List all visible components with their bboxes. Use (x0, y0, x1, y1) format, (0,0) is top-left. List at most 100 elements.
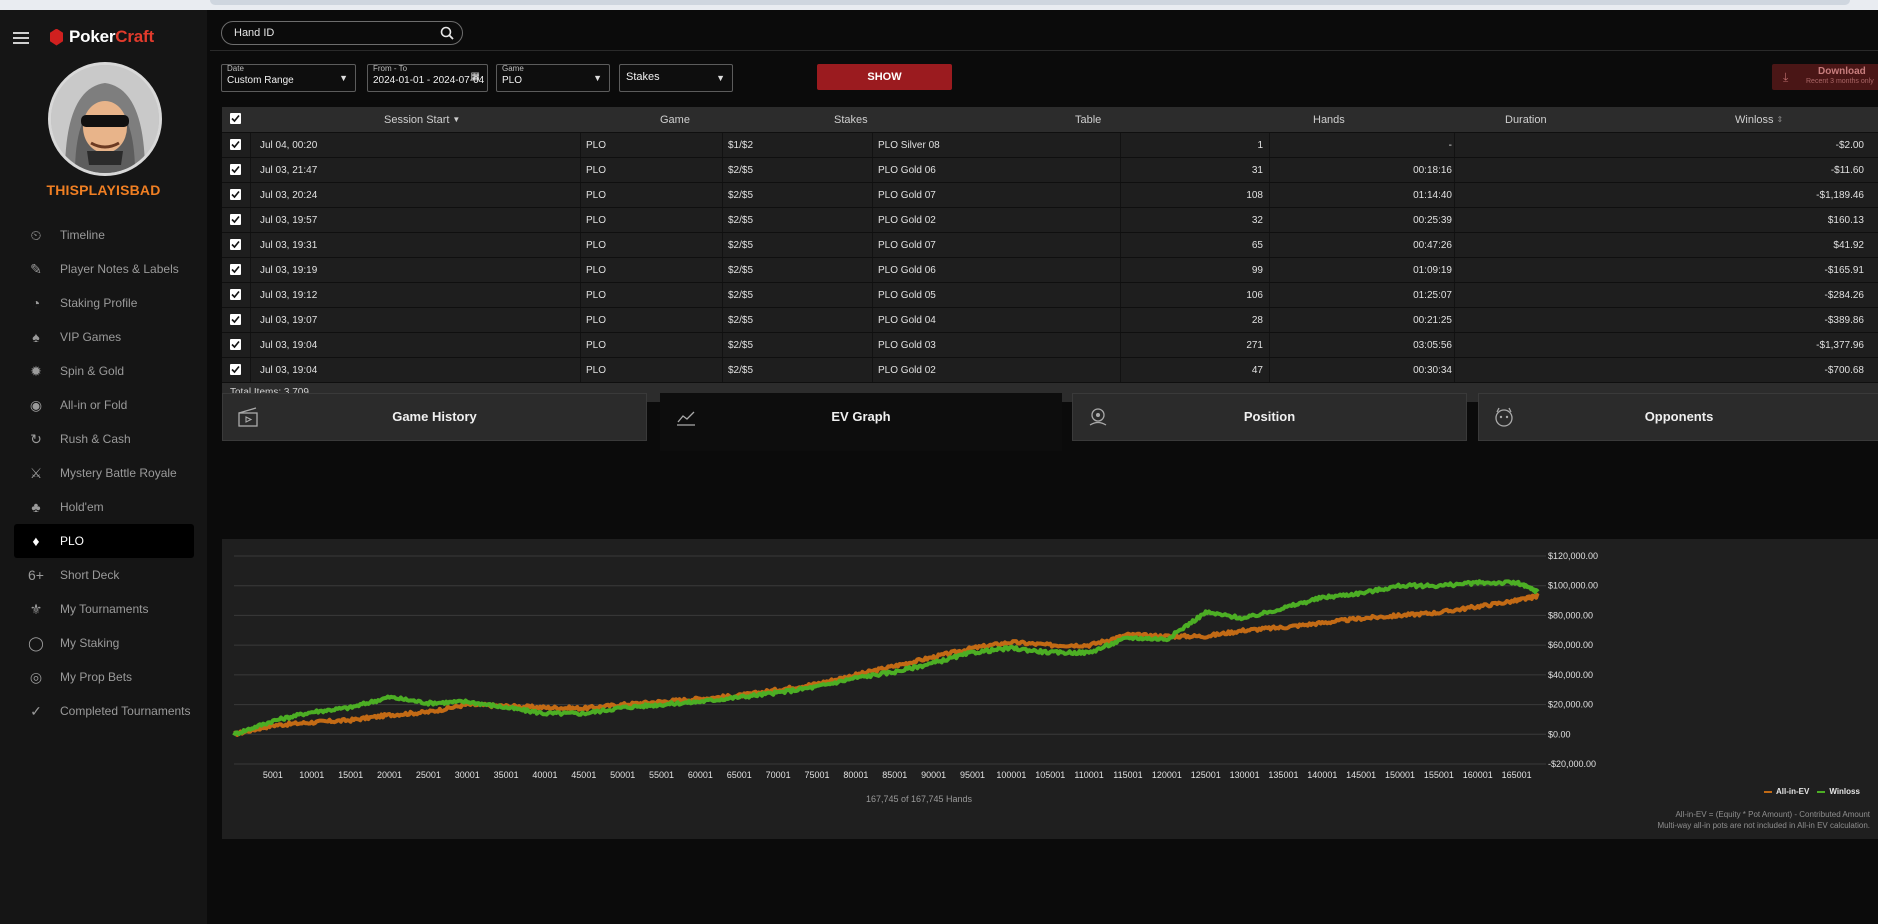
legend-allin-ev: All-in-EV (1776, 787, 1810, 796)
sidebar-item-completed-tournaments[interactable]: ✓ Completed Tournaments (14, 694, 194, 728)
cell-duration: 01:25:07 (1413, 289, 1452, 301)
sidebar-item-timeline[interactable]: ⏲ Timeline (14, 218, 194, 252)
sidebar-item-rush-cash[interactable]: ↻ Rush & Cash (14, 422, 194, 456)
column-divider (1454, 233, 1455, 257)
header-hands[interactable]: Hands (1313, 107, 1345, 132)
column-divider (872, 358, 873, 382)
cell-stakes: $2/$5 (728, 239, 754, 251)
x-tick-label: 145001 (1346, 770, 1376, 780)
rush-icon: ↻ (30, 430, 42, 447)
table-row[interactable]: Jul 03, 20:24 PLO $2/$5 PLO Gold 07 108 01:14… (222, 182, 1878, 207)
sidebar-item-short-deck[interactable]: 6+ Short Deck (14, 558, 194, 592)
date-select[interactable]: Date Custom Range ▼ (221, 64, 356, 92)
column-divider (250, 358, 251, 382)
sidebar-item-label: Mystery Battle Royale (60, 466, 177, 480)
header-label: Hands (1313, 113, 1345, 126)
cell-game: PLO (586, 189, 607, 201)
x-tick-label: 90001 (921, 770, 946, 780)
row-checkbox[interactable] (230, 189, 241, 200)
pokercraft-logo[interactable]: PokerCraft (50, 27, 154, 47)
x-tick-label: 50001 (610, 770, 635, 780)
hand-id-search[interactable] (221, 21, 463, 45)
cell-winloss: -$1,377.96 (1816, 339, 1864, 351)
table-row[interactable]: Jul 03, 19:12 PLO $2/$5 PLO Gold 05 106 01:25… (222, 282, 1878, 307)
show-button[interactable]: SHOW (817, 64, 952, 90)
table-row[interactable]: Jul 03, 19:57 PLO $2/$5 PLO Gold 02 32 00:25:… (222, 207, 1878, 232)
chevron-down-icon: ▼ (339, 73, 348, 83)
sidebar-item-my-tournaments[interactable]: ⚜ My Tournaments (14, 592, 194, 626)
cell-hands: 28 (1251, 314, 1263, 326)
row-checkbox[interactable] (230, 339, 241, 350)
sidebar-item-label: Staking Profile (60, 296, 138, 310)
cell-stakes: $2/$5 (728, 314, 754, 326)
avatar[interactable] (48, 62, 162, 176)
cell-hands: 106 (1246, 289, 1263, 301)
header-session-start[interactable]: Session Start ▼ (384, 107, 460, 132)
table-row[interactable]: Jul 03, 19:31 PLO $2/$5 PLO Gold 07 65 00:47:… (222, 232, 1878, 257)
row-checkbox[interactable] (230, 264, 241, 275)
hamburger-menu-icon[interactable] (13, 32, 29, 44)
column-divider (872, 158, 873, 182)
row-checkbox[interactable] (230, 139, 241, 150)
table-row[interactable]: Jul 03, 19:07 PLO $2/$5 PLO Gold 04 28 00:21:… (222, 307, 1878, 332)
sidebar-item-player-notes[interactable]: ✎ Player Notes & Labels (14, 252, 194, 286)
sidebar-item-my-staking[interactable]: ◯ My Staking (14, 626, 194, 660)
table-row[interactable]: Jul 04, 00:20 PLO $1/$2 PLO Silver 08 1 - -$2.… (222, 132, 1878, 157)
header-winloss[interactable]: Winloss ⇕ (1735, 107, 1783, 132)
header-stakes[interactable]: Stakes (834, 107, 868, 132)
stakes-select[interactable]: Stakes ▼ (619, 64, 733, 92)
cell-hands: 65 (1251, 239, 1263, 251)
table-row[interactable]: Jul 03, 21:47 PLO $2/$5 PLO Gold 06 31 00:18:… (222, 157, 1878, 182)
x-tick-label: 75001 (805, 770, 830, 780)
header-duration[interactable]: Duration (1505, 107, 1547, 132)
select-all-checkbox[interactable] (230, 113, 241, 124)
download-button[interactable]: ⤓ Download Recent 3 months only (1772, 64, 1878, 90)
sidebar-item-allin-fold[interactable]: ◉ All-in or Fold (14, 388, 194, 422)
row-checkbox[interactable] (230, 289, 241, 300)
tab-game-history[interactable]: Game History (222, 393, 647, 441)
header-game[interactable]: Game (660, 107, 690, 132)
table-row[interactable]: Jul 03, 19:04 PLO $2/$5 PLO Gold 02 47 00:30:… (222, 357, 1878, 382)
table-row[interactable]: Jul 03, 19:04 PLO $2/$5 PLO Gold 03 271 03:05… (222, 332, 1878, 357)
column-divider (1120, 308, 1121, 332)
tab-ev-graph[interactable]: EV Graph (660, 393, 1062, 451)
sidebar-item-holdem[interactable]: ♣ Hold'em (14, 490, 194, 524)
sidebar-item-label: Hold'em (60, 500, 104, 514)
legend-swatch-allin-ev (1764, 790, 1772, 793)
column-divider (1120, 258, 1121, 282)
row-checkbox[interactable] (230, 314, 241, 325)
sidebar-item-label: PLO (60, 534, 85, 548)
tab-position[interactable]: Position (1072, 393, 1467, 441)
game-select[interactable]: Game PLO ▼ (496, 64, 610, 92)
sidebar-item-my-prop-bets[interactable]: ◎ My Prop Bets (14, 660, 194, 694)
x-tick-label: 120001 (1152, 770, 1182, 780)
sidebar-item-staking-profile[interactable]: ◔ Staking Profile (14, 286, 194, 320)
tab-label: Position (1243, 409, 1296, 424)
column-divider (1120, 158, 1121, 182)
cell-winloss: $160.13 (1827, 214, 1864, 226)
y-tick-label: $100,000.00 (1548, 581, 1598, 591)
x-tick-label: 125001 (1191, 770, 1221, 780)
sidebar-item-mystery-battle[interactable]: ⚔ Mystery Battle Royale (14, 456, 194, 490)
row-checkbox[interactable] (230, 364, 241, 375)
row-checkbox[interactable] (230, 214, 241, 225)
column-divider (580, 358, 581, 382)
sidebar-item-vip-games[interactable]: ♠ VIP Games (14, 320, 194, 354)
x-tick-label: 20001 (377, 770, 402, 780)
download-label: Download (1818, 66, 1866, 77)
header-table[interactable]: Table (1075, 107, 1101, 132)
x-axis-label: 167,745 of 167,745 Hands (865, 794, 973, 804)
sidebar-item-plo[interactable]: ♦ PLO (14, 524, 194, 558)
date-range-picker[interactable]: From - To 2024-01-01 - 2024-07-04 ▦ (367, 64, 488, 92)
legend: All-in-EV Winloss (1764, 787, 1860, 796)
search-input[interactable] (222, 26, 436, 40)
tab-opponents[interactable]: Opponents (1478, 393, 1878, 441)
row-checkbox[interactable] (230, 164, 241, 175)
search-icon[interactable] (440, 26, 454, 40)
table-row[interactable]: Jul 03, 19:19 PLO $2/$5 PLO Gold 06 99 01:09:… (222, 257, 1878, 282)
header-label: Table (1075, 113, 1102, 126)
cell-session-start: Jul 03, 19:12 (260, 289, 318, 301)
row-checkbox[interactable] (230, 239, 241, 250)
sidebar-item-spin-gold[interactable]: ✹ Spin & Gold (14, 354, 194, 388)
column-divider (1120, 233, 1121, 257)
